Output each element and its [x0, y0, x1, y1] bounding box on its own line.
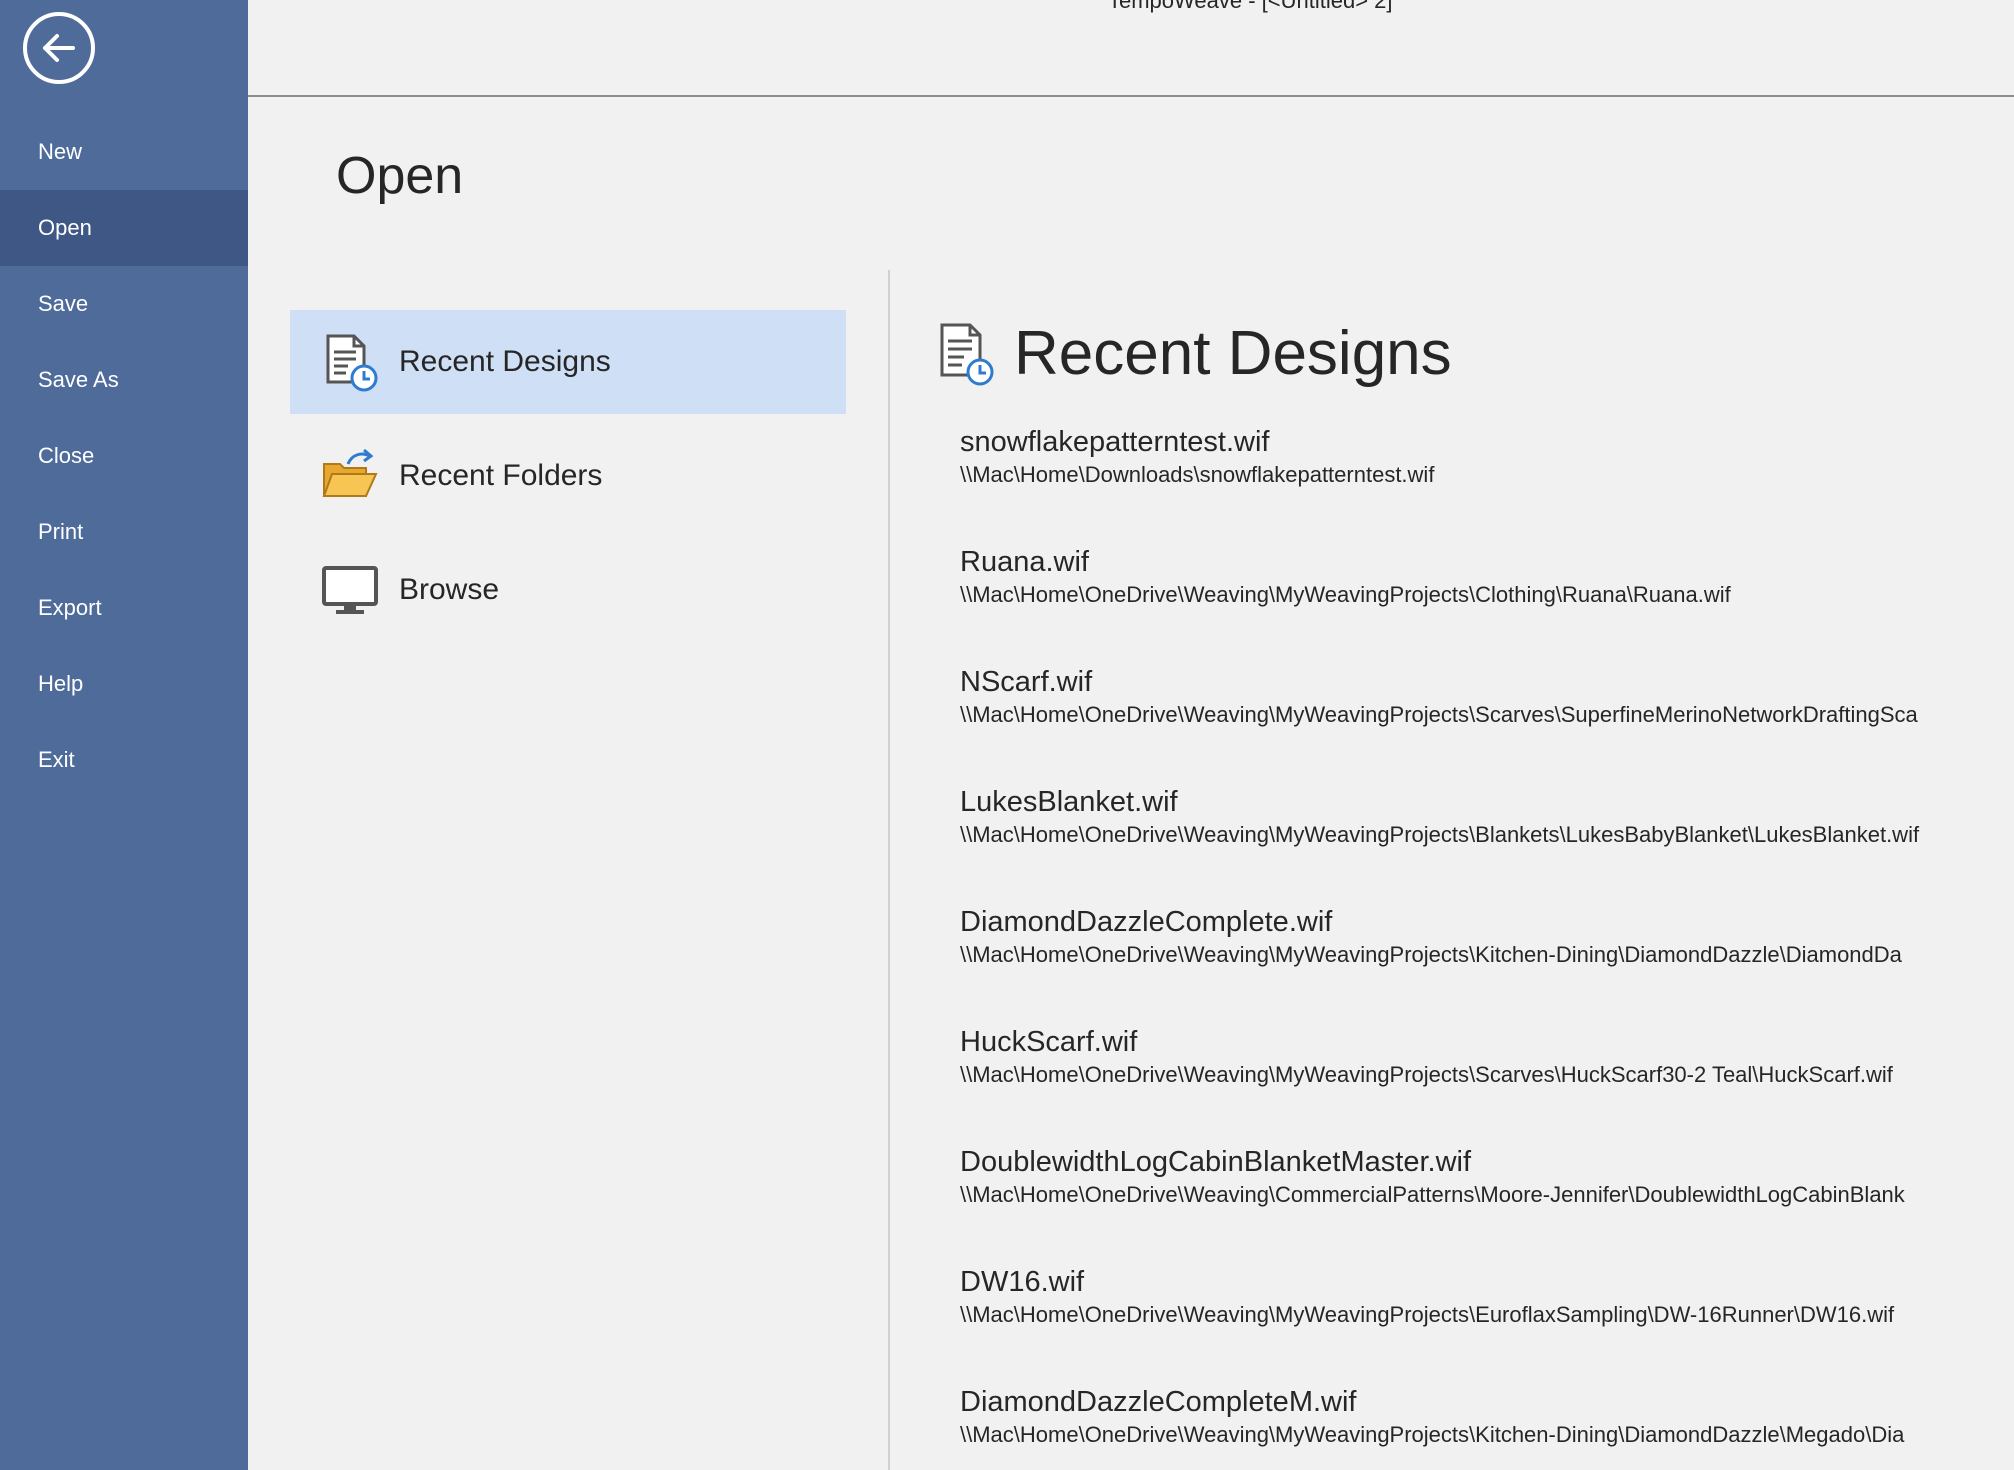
list-item[interactable]: NScarf.wif \\Mac\Home\OneDrive\Weaving\M…: [960, 664, 2014, 784]
page-title: Open: [336, 147, 464, 205]
nav-export[interactable]: Export: [0, 570, 248, 646]
list-item[interactable]: DiamondDazzleCompleteM.wif \\Mac\Home\On…: [960, 1384, 2014, 1454]
recent-designs-title: Recent Designs: [1014, 319, 1452, 388]
recent-file-path: \\Mac\Home\OneDrive\Weaving\MyWeavingPro…: [960, 942, 1902, 967]
recent-file-name: snowflakepatterntest.wif: [960, 426, 1270, 458]
nav-print[interactable]: Print: [0, 494, 248, 570]
backstage-sidebar: New Open Save Save As Close Print Export…: [0, 0, 248, 1470]
nav-help[interactable]: Help: [0, 646, 248, 722]
nav-exit[interactable]: Exit: [0, 722, 248, 798]
list-item[interactable]: snowflakepatterntest.wif \\Mac\Home\Down…: [960, 424, 2014, 544]
option-browse-label: Browse: [399, 573, 500, 606]
nav-new[interactable]: New: [0, 114, 248, 190]
recent-file-path: \\Mac\Home\OneDrive\Weaving\CommercialPa…: [960, 1182, 1905, 1207]
list-item[interactable]: LukesBlanket.wif \\Mac\Home\OneDrive\Wea…: [960, 784, 2014, 904]
backstage-nav: New Open Save Save As Close Print Export…: [0, 114, 248, 798]
recent-designs-icon: [326, 334, 378, 392]
option-recent-folders[interactable]: Recent Folders: [290, 424, 846, 528]
recent-file-name: Ruana.wif: [960, 546, 1089, 578]
option-recent-folders-label: Recent Folders: [399, 459, 603, 492]
recent-file-name: DiamondDazzleCompleteM.wif: [960, 1386, 1357, 1418]
recent-file-name: NScarf.wif: [960, 666, 1093, 698]
nav-open[interactable]: Open: [0, 190, 248, 266]
option-recent-designs[interactable]: Recent Designs: [290, 310, 846, 414]
recent-designs-icon: [940, 323, 994, 385]
nav-save[interactable]: Save: [0, 266, 248, 342]
folder-open-icon: [322, 448, 378, 497]
back-button[interactable]: [23, 12, 95, 84]
recent-designs-header: Recent Designs: [936, 318, 1452, 389]
monitor-icon: [322, 566, 378, 614]
list-item[interactable]: DiamondDazzleComplete.wif \\Mac\Home\One…: [960, 904, 2014, 1024]
open-options: Recent Designs Recent Folders Browse: [290, 310, 846, 652]
panel-divider: [888, 270, 890, 1470]
title-bar: TempoWeave - [<Untitled> 2]: [248, 0, 2014, 97]
list-item[interactable]: DW16.wif \\Mac\Home\OneDrive\Weaving\MyW…: [960, 1264, 2014, 1384]
back-arrow-icon: [43, 34, 75, 62]
recent-file-path: \\Mac\Home\OneDrive\Weaving\MyWeavingPro…: [960, 702, 1918, 727]
list-item[interactable]: Ruana.wif \\Mac\Home\OneDrive\Weaving\My…: [960, 544, 2014, 664]
recent-file-path: \\Mac\Home\OneDrive\Weaving\MyWeavingPro…: [960, 1062, 1893, 1087]
recent-file-path: \\Mac\Home\OneDrive\Weaving\MyWeavingPro…: [960, 1302, 1895, 1327]
recent-file-name: DW16.wif: [960, 1266, 1085, 1298]
recent-file-path: \\Mac\Home\OneDrive\Weaving\MyWeavingPro…: [960, 1422, 1905, 1447]
recent-file-name: DiamondDazzleComplete.wif: [960, 906, 1333, 938]
nav-save-as[interactable]: Save As: [0, 342, 248, 418]
recent-file-path: \\Mac\Home\OneDrive\Weaving\MyWeavingPro…: [960, 582, 1731, 607]
recent-file-name: DoublewidthLogCabinBlanketMaster.wif: [960, 1146, 1472, 1178]
window-title: TempoWeave - [<Untitled> 2]: [1108, 0, 1393, 13]
recent-file-name: LukesBlanket.wif: [960, 786, 1178, 818]
recent-designs-list: snowflakepatterntest.wif \\Mac\Home\Down…: [960, 424, 2014, 1454]
recent-file-path: \\Mac\Home\OneDrive\Weaving\MyWeavingPro…: [960, 822, 1920, 847]
option-browse[interactable]: Browse: [290, 538, 846, 642]
recent-file-name: HuckScarf.wif: [960, 1026, 1138, 1058]
nav-close[interactable]: Close: [0, 418, 248, 494]
list-item[interactable]: DoublewidthLogCabinBlanketMaster.wif \\M…: [960, 1144, 2014, 1264]
list-item[interactable]: HuckScarf.wif \\Mac\Home\OneDrive\Weavin…: [960, 1024, 2014, 1144]
option-recent-designs-label: Recent Designs: [399, 345, 611, 378]
recent-file-path: \\Mac\Home\Downloads\snowflakepatterntes…: [960, 462, 1435, 487]
